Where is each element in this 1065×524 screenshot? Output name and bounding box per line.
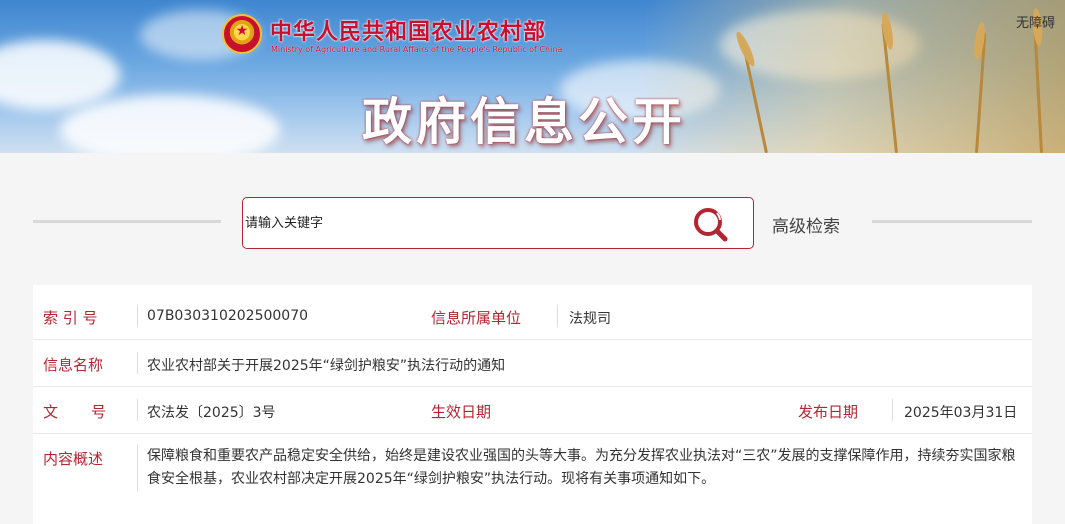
cloud-decoration — [0, 40, 120, 110]
advanced-search-link[interactable]: 高级检索 — [772, 212, 840, 237]
effective-date-label: 生效日期 — [431, 403, 492, 421]
wheat-field-decoration — [645, 0, 1065, 153]
divider — [557, 305, 558, 327]
name-label: 信息名称 — [43, 356, 104, 374]
name-value: 农业农村部关于开展2025年“绿剑护粮安”执法行动的通知 — [147, 358, 506, 374]
org-label: 信息所属单位 — [431, 309, 522, 327]
search-input[interactable] — [243, 211, 673, 235]
index-value: 07B030310202500070 — [147, 308, 309, 324]
info-table: 索 引 号 07B030310202500070 信息所属单位 法规司 信息名称… — [33, 285, 1032, 524]
ministry-name-en: Ministry of Agriculture and Rural Affair… — [271, 45, 563, 54]
divider — [137, 399, 138, 421]
divider — [892, 399, 893, 421]
doc-label-part2: 号 — [91, 403, 107, 421]
info-row-index: 索 引 号 07B030310202500070 信息所属单位 法规司 — [33, 293, 1032, 340]
search-box — [242, 197, 754, 249]
publish-date-label: 发布日期 — [798, 403, 859, 421]
section-title: 政府信息公开 — [362, 92, 686, 151]
divider — [137, 445, 138, 491]
doc-value: 农法发〔2025〕3号 — [147, 405, 276, 421]
search-icon — [694, 208, 728, 242]
cloud-decoration — [60, 95, 280, 153]
org-value: 法规司 — [569, 311, 611, 327]
search-button[interactable] — [691, 206, 731, 242]
info-row-name: 信息名称 农业农村部关于开展2025年“绿剑护粮安”执法行动的通知 — [33, 340, 1032, 387]
summary-label: 内容概述 — [43, 450, 104, 468]
divider-left — [33, 220, 221, 223]
divider-right — [872, 220, 1032, 223]
ministry-name-cn[interactable]: 中华人民共和国农业农村部 — [270, 14, 546, 46]
index-label: 索 引 号 — [43, 309, 98, 327]
summary-value: 保障粮食和重要农产品稳定安全供给，始终是建设农业强国的头等大事。为充分发挥农业执… — [147, 448, 1016, 487]
header-banner: 中华人民共和国农业农村部 Ministry of Agriculture and… — [0, 0, 1065, 153]
doc-label-part1: 文 — [43, 403, 59, 421]
divider — [137, 352, 138, 374]
accessibility-link[interactable]: 无障碍 — [1016, 12, 1055, 31]
publish-date-value: 2025年03月31日 — [904, 405, 1018, 421]
divider — [137, 305, 138, 327]
national-emblem-icon — [222, 14, 262, 54]
info-row-docnum: 文 号 农法发〔2025〕3号 生效日期 发布日期 2025年03月31日 — [33, 387, 1032, 434]
